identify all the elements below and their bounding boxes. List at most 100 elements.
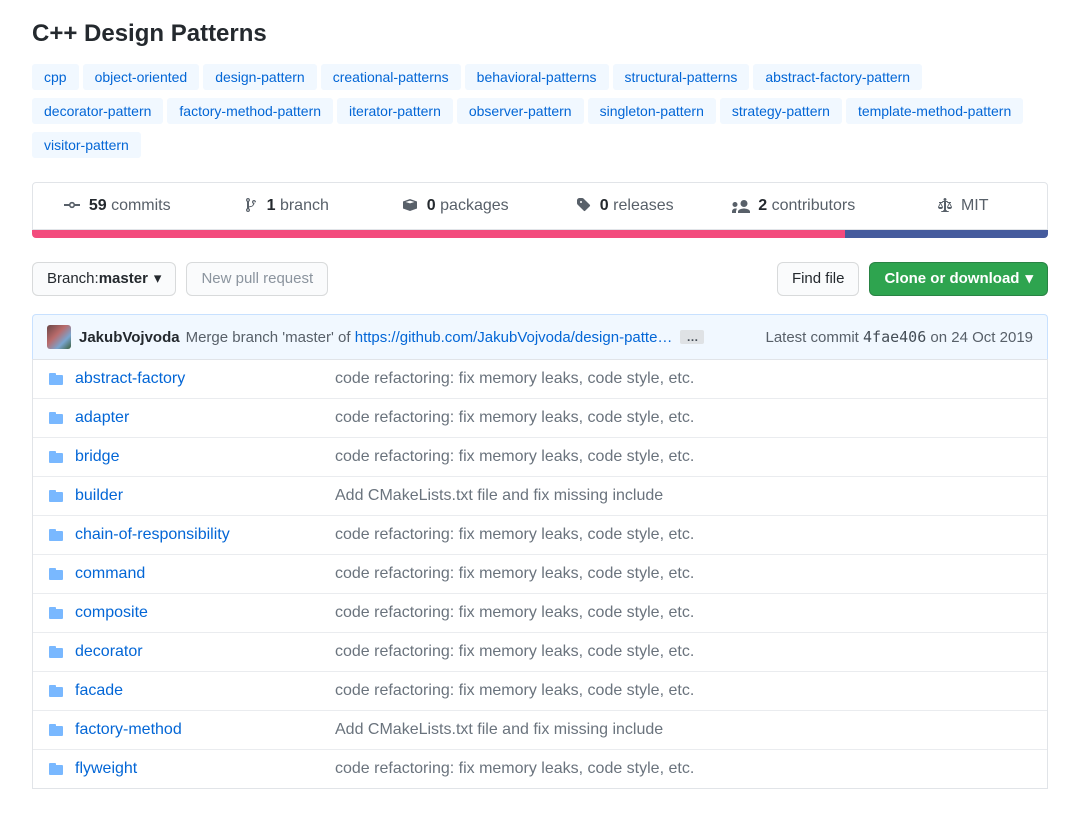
- table-row: abstract-factory code refactoring: fix me…: [33, 359, 1047, 398]
- file-name: factory-method: [75, 721, 335, 739]
- table-row: bridge code refactoring: fix memory leaks…: [33, 437, 1047, 476]
- commit-author[interactable]: JakubVojvoda: [79, 329, 180, 346]
- topic-tag[interactable]: cpp: [32, 64, 79, 90]
- commit-message-prefix: Merge branch 'master' of: [186, 329, 355, 346]
- commit-hash[interactable]: 4fae406: [863, 328, 926, 346]
- file-name: abstract-factory: [75, 370, 335, 388]
- topic-tag[interactable]: design-pattern: [203, 64, 317, 90]
- file-name: builder: [75, 487, 335, 505]
- file-link[interactable]: decorator: [75, 643, 143, 660]
- stat-branches[interactable]: 1 branch: [202, 183, 371, 229]
- file-commit-message[interactable]: code refactoring: fix memory leaks, code…: [335, 682, 1033, 700]
- commit-message[interactable]: Merge branch 'master' of https://github.…: [186, 329, 673, 346]
- file-name: chain-of-responsibility: [75, 526, 335, 544]
- file-name: facade: [75, 682, 335, 700]
- topic-tag[interactable]: behavioral-patterns: [465, 64, 609, 90]
- file-commit-message[interactable]: code refactoring: fix memory leaks, code…: [335, 565, 1033, 583]
- packages-count: 0: [427, 197, 436, 214]
- topic-tag[interactable]: decorator-pattern: [32, 98, 163, 124]
- clone-label: Clone or download: [884, 269, 1019, 289]
- caret-icon: ▾: [154, 269, 162, 289]
- folder-icon: [47, 683, 65, 699]
- commits-label: commits: [111, 197, 171, 214]
- file-commit-message[interactable]: code refactoring: fix memory leaks, code…: [335, 526, 1033, 544]
- commit-icon: [64, 197, 80, 213]
- stats-bar: 59 commits 1 branch 0 packages 0 release…: [32, 182, 1048, 230]
- table-row: builder Add CMakeLists.txt file and fix m…: [33, 476, 1047, 515]
- table-row: flyweight code refactoring: fix memory le…: [33, 749, 1047, 788]
- file-commit-message[interactable]: code refactoring: fix memory leaks, code…: [335, 604, 1033, 622]
- file-toolbar: Branch: master ▾ New pull request Find f…: [32, 262, 1048, 296]
- table-row: command code refactoring: fix memory leak…: [33, 554, 1047, 593]
- topic-tag[interactable]: strategy-pattern: [720, 98, 842, 124]
- topic-tag[interactable]: template-method-pattern: [846, 98, 1023, 124]
- file-link[interactable]: adapter: [75, 409, 129, 426]
- table-row: adapter code refactoring: fix memory leak…: [33, 398, 1047, 437]
- file-name: decorator: [75, 643, 335, 661]
- stat-packages[interactable]: 0 packages: [371, 183, 540, 229]
- topic-tag[interactable]: abstract-factory-pattern: [753, 64, 922, 90]
- file-name: composite: [75, 604, 335, 622]
- file-link[interactable]: command: [75, 565, 145, 582]
- commit-message-link[interactable]: https://github.com/JakubVojvoda/design-p…: [355, 329, 673, 346]
- file-commit-message[interactable]: code refactoring: fix memory leaks, code…: [335, 448, 1033, 466]
- stat-license[interactable]: MIT: [878, 183, 1047, 229]
- packages-label: packages: [440, 197, 509, 214]
- branch-prefix: Branch:: [47, 269, 99, 289]
- table-row: chain-of-responsibility code refactoring:…: [33, 515, 1047, 554]
- topic-tag[interactable]: visitor-pattern: [32, 132, 141, 158]
- table-row: decorator code refactoring: fix memory le…: [33, 632, 1047, 671]
- stat-commits[interactable]: 59 commits: [33, 183, 202, 229]
- topic-tag[interactable]: creational-patterns: [321, 64, 461, 90]
- file-commit-message[interactable]: code refactoring: fix memory leaks, code…: [335, 760, 1033, 778]
- topic-tag[interactable]: observer-pattern: [457, 98, 584, 124]
- language-bar[interactable]: [32, 230, 1048, 238]
- license-label: MIT: [961, 197, 989, 214]
- caret-icon: ▾: [1025, 269, 1033, 289]
- folder-icon: [47, 644, 65, 660]
- file-commit-message[interactable]: Add CMakeLists.txt file and fix missing …: [335, 487, 1033, 505]
- file-name: command: [75, 565, 335, 583]
- branch-selector[interactable]: Branch: master ▾: [32, 262, 176, 296]
- file-link[interactable]: builder: [75, 487, 123, 504]
- file-commit-message[interactable]: code refactoring: fix memory leaks, code…: [335, 370, 1033, 388]
- table-row: factory-method Add CMakeLists.txt file an…: [33, 710, 1047, 749]
- file-link[interactable]: flyweight: [75, 760, 137, 777]
- contributors-count: 2: [758, 197, 767, 214]
- folder-icon: [47, 371, 65, 387]
- table-row: composite code refactoring: fix memory le…: [33, 593, 1047, 632]
- file-commit-message[interactable]: Add CMakeLists.txt file and fix missing …: [335, 721, 1033, 739]
- commit-date: on 24 Oct 2019: [930, 329, 1033, 346]
- ellipsis-button[interactable]: …: [680, 330, 704, 344]
- topic-tag[interactable]: object-oriented: [83, 64, 200, 90]
- file-link[interactable]: composite: [75, 604, 148, 621]
- file-link[interactable]: facade: [75, 682, 123, 699]
- file-link[interactable]: factory-method: [75, 721, 182, 738]
- stat-releases[interactable]: 0 releases: [540, 183, 709, 229]
- file-link[interactable]: chain-of-responsibility: [75, 526, 230, 543]
- topic-tag[interactable]: factory-method-pattern: [167, 98, 333, 124]
- file-name: bridge: [75, 448, 335, 466]
- folder-icon: [47, 761, 65, 777]
- file-link[interactable]: abstract-factory: [75, 370, 185, 387]
- file-commit-message[interactable]: code refactoring: fix memory leaks, code…: [335, 643, 1033, 661]
- branches-label: branch: [280, 197, 329, 214]
- branches-count: 1: [267, 197, 276, 214]
- file-commit-message[interactable]: code refactoring: fix memory leaks, code…: [335, 409, 1033, 427]
- topic-tag[interactable]: structural-patterns: [613, 64, 750, 90]
- topic-tag[interactable]: singleton-pattern: [588, 98, 716, 124]
- topics-list: cppobject-orienteddesign-patterncreation…: [32, 64, 1048, 166]
- file-link[interactable]: bridge: [75, 448, 119, 465]
- clone-button[interactable]: Clone or download ▾: [869, 262, 1048, 296]
- releases-count: 0: [600, 197, 609, 214]
- folder-icon: [47, 410, 65, 426]
- commit-meta: Latest commit 4fae406 on 24 Oct 2019: [765, 328, 1033, 346]
- topic-tag[interactable]: iterator-pattern: [337, 98, 453, 124]
- folder-icon: [47, 722, 65, 738]
- avatar[interactable]: [47, 325, 71, 349]
- find-file-button[interactable]: Find file: [777, 262, 860, 296]
- new-pull-request-button[interactable]: New pull request: [186, 262, 328, 296]
- folder-icon: [47, 488, 65, 504]
- file-name: flyweight: [75, 760, 335, 778]
- stat-contributors[interactable]: 2 contributors: [709, 183, 878, 229]
